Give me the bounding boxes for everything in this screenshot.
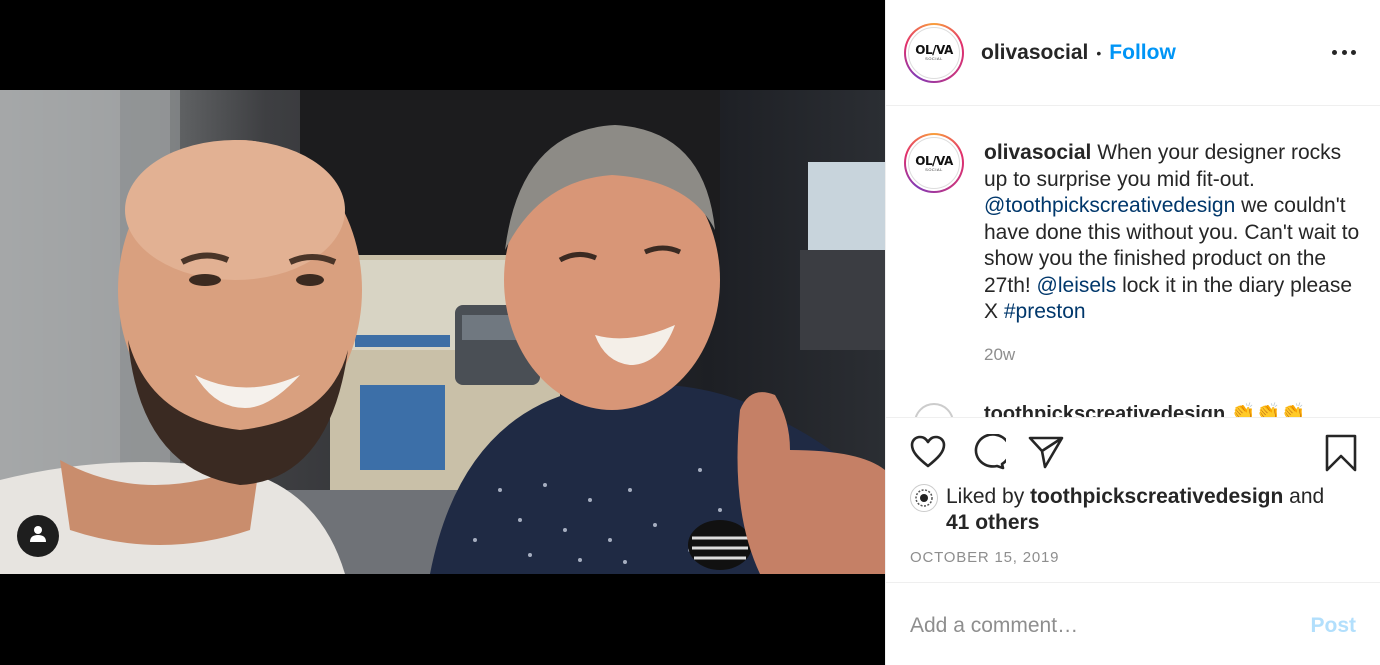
- comment-emoji: 👏👏👏: [1230, 403, 1306, 417]
- commenter-username-link[interactable]: toothpickscreativedesign 👏👏👏: [984, 401, 1305, 417]
- author-username-link[interactable]: olivasocial: [981, 41, 1088, 65]
- bookmark-icon: [1324, 434, 1358, 476]
- heart-icon: [910, 435, 946, 473]
- save-button[interactable]: [1324, 434, 1358, 477]
- like-button[interactable]: [910, 435, 946, 474]
- more-options-button[interactable]: [1332, 40, 1356, 64]
- caption-username-link[interactable]: olivasocial: [984, 141, 1091, 164]
- post-header: OL/VA SOCIAL olivasocial • Follow: [886, 0, 1380, 106]
- caption-avatar[interactable]: OL/VA SOCIAL: [904, 133, 964, 193]
- share-button[interactable]: [1028, 435, 1064, 474]
- caption-mention-link-2[interactable]: @leisels: [1037, 274, 1117, 297]
- comments-scroll-area[interactable]: OL/VA SOCIAL olivasocial When your desig…: [886, 107, 1380, 417]
- likes-prefix: Liked by: [946, 485, 1031, 508]
- add-comment-section: Post: [886, 582, 1380, 665]
- ellipsis-icon-dot: [1351, 49, 1356, 55]
- caption-avatar-logo-text: OL/VA: [915, 153, 953, 168]
- caption-mention-link[interactable]: @toothpickscreativedesign: [984, 194, 1235, 217]
- post-side-panel: OL/VA SOCIAL olivasocial • Follow OL/VA …: [885, 0, 1380, 665]
- commenter-username: toothpickscreativedesign: [984, 403, 1226, 417]
- caption-avatar-logo-subtext: SOCIAL: [925, 166, 943, 172]
- user-tags-button[interactable]: [17, 515, 59, 557]
- avatar-logo-text: OL/VA: [915, 43, 953, 57]
- comment-input[interactable]: [910, 611, 1290, 641]
- avatar-logo-subtext: SOCIAL: [925, 56, 943, 61]
- likes-text: Liked by toothpickscreativedesign and 41…: [946, 484, 1346, 536]
- comment-bubble-icon: [968, 433, 1012, 474]
- post-date[interactable]: OCTOBER 15, 2019: [910, 549, 1059, 566]
- caption-text: olivasocial When your designer rocks up …: [984, 140, 1364, 326]
- post-comment-button[interactable]: Post: [1310, 614, 1356, 638]
- ellipsis-icon-dot: [1341, 49, 1347, 55]
- ellipsis-icon: [1332, 49, 1337, 55]
- likes-and: and: [1283, 485, 1325, 508]
- follow-button[interactable]: Follow: [1109, 41, 1176, 65]
- likes-others-link[interactable]: 41 others: [946, 511, 1039, 534]
- person-icon: [29, 525, 47, 548]
- header-separator: •: [1096, 44, 1102, 61]
- photo-illustration: [0, 90, 885, 574]
- author-avatar[interactable]: OL/VA SOCIAL: [904, 22, 964, 83]
- post-media: [0, 0, 885, 665]
- liker-username-link[interactable]: toothpickscreativedesign: [1030, 485, 1283, 508]
- commenter-avatar[interactable]: [914, 403, 954, 417]
- caption-hashtag-link[interactable]: #preston: [1004, 300, 1086, 323]
- paper-plane-icon: [1028, 436, 1064, 473]
- post-photo[interactable]: [0, 90, 885, 574]
- liker-avatar[interactable]: [910, 484, 938, 512]
- post-actions-section: Liked by toothpickscreativedesign and 41…: [886, 417, 1380, 665]
- comment-button[interactable]: [968, 433, 1012, 475]
- comment-item: toothpickscreativedesign 👏👏👏: [914, 403, 1354, 417]
- caption-timestamp[interactable]: 20w: [984, 345, 1015, 365]
